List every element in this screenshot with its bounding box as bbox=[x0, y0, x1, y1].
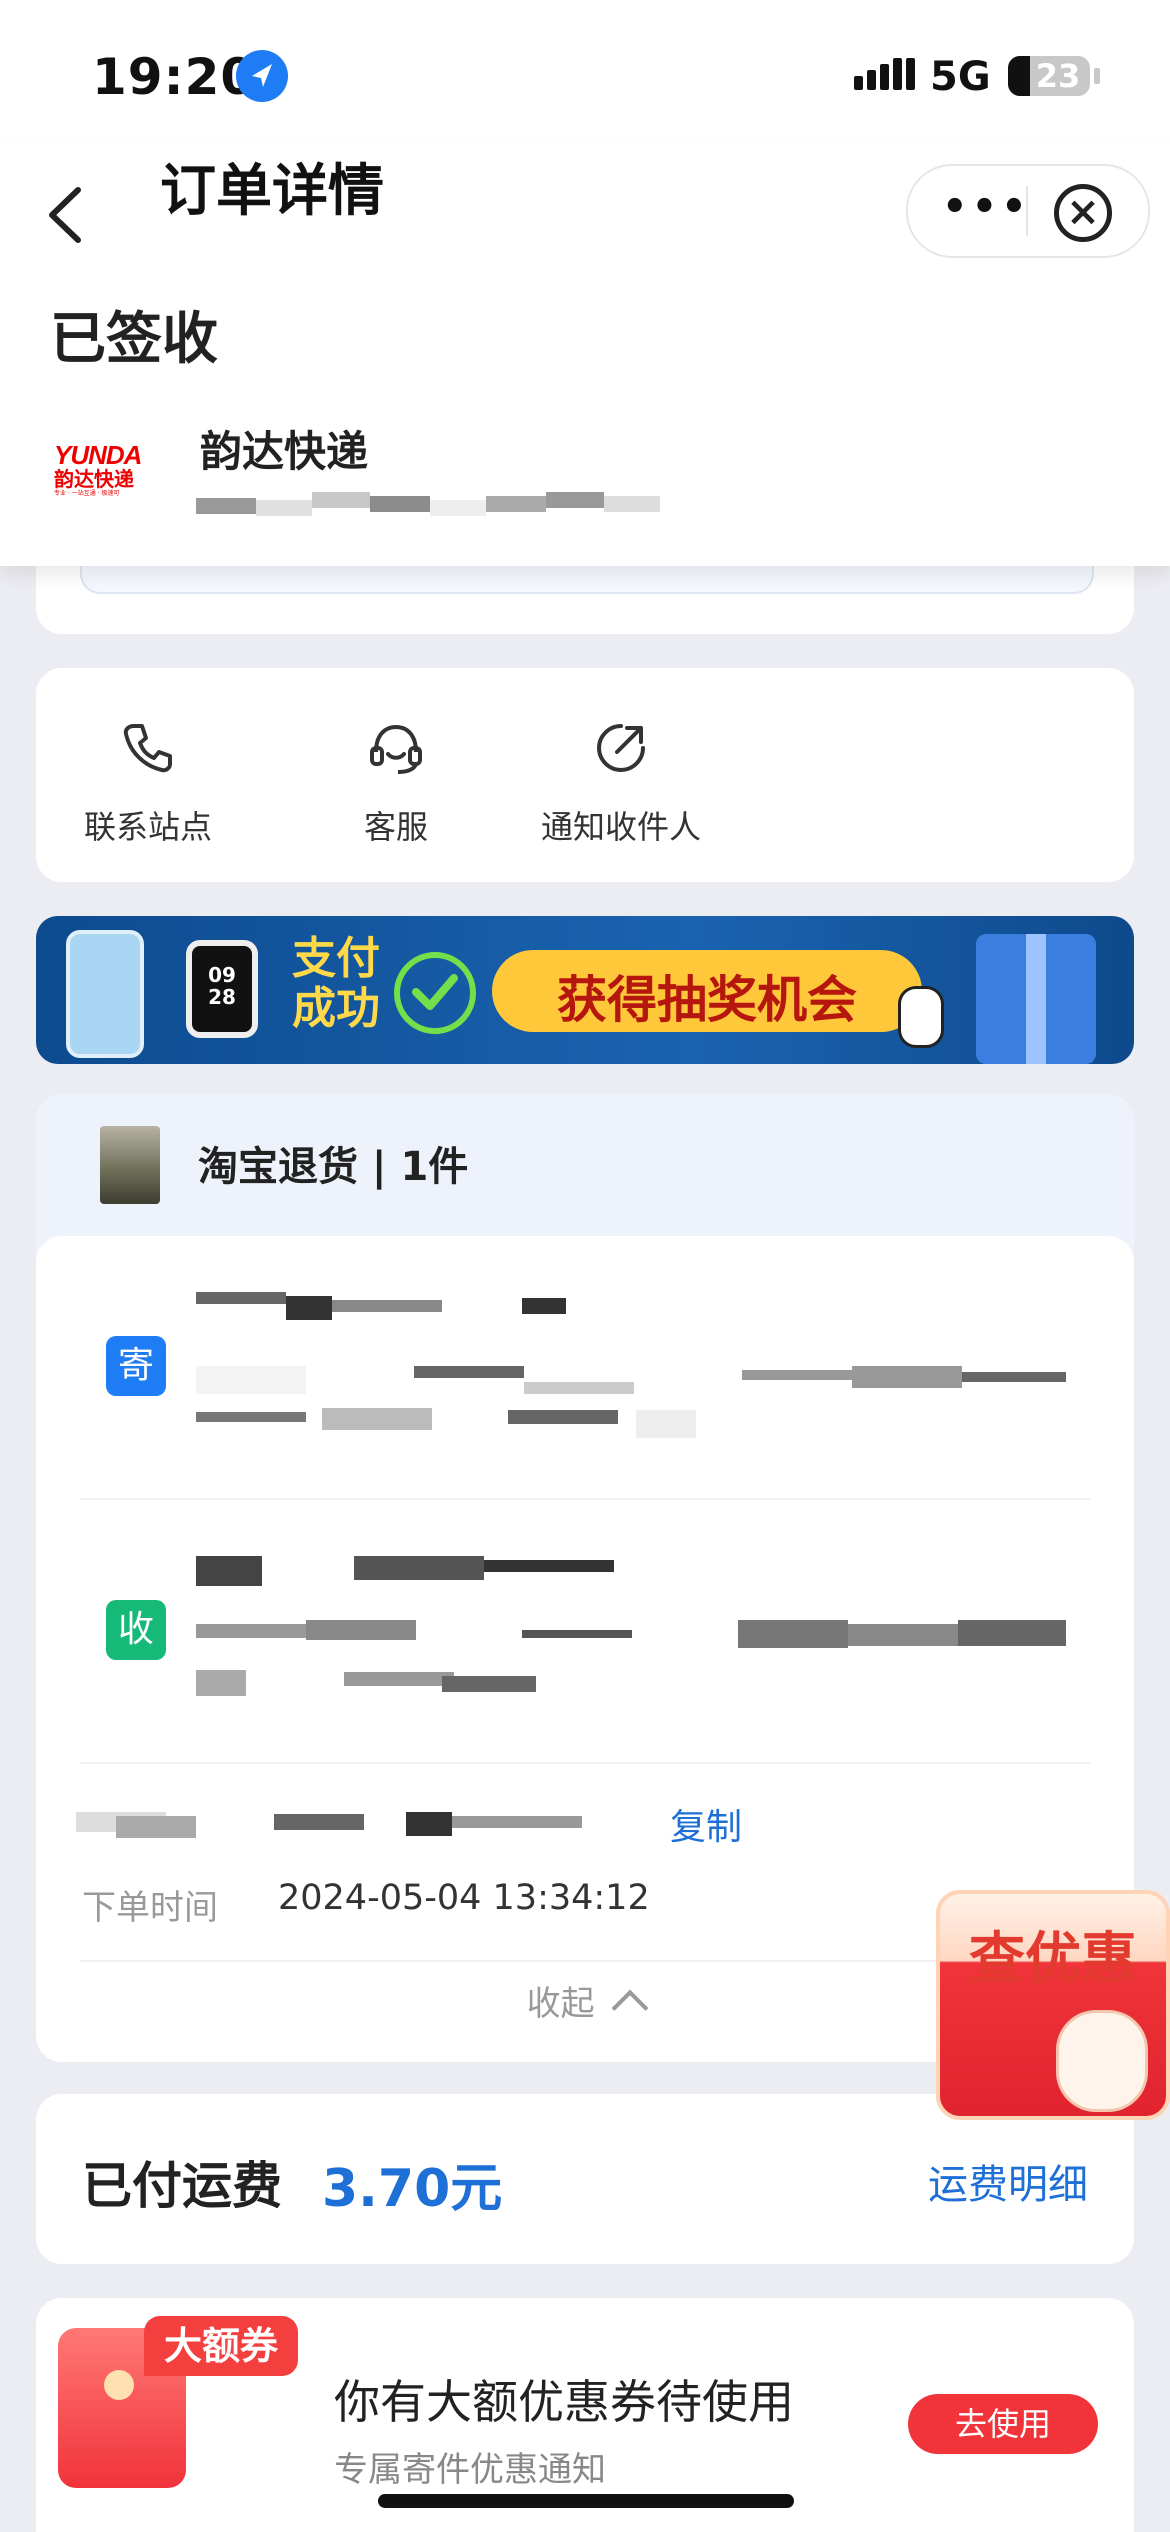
action-label: 客服 bbox=[363, 808, 428, 846]
order-time-label: 下单时间 bbox=[82, 1888, 218, 1928]
order-title: 淘宝退货 | 1件 bbox=[198, 1144, 469, 1190]
miniapp-capsule: ••• × bbox=[906, 164, 1150, 258]
lottery-banner[interactable]: 09 28 支付 成功 获得抽奖机会 bbox=[36, 916, 1134, 1064]
close-icon[interactable]: × bbox=[1054, 184, 1112, 242]
network-type: 5G bbox=[930, 54, 991, 100]
banner-cta-text: 获得抽奖机会 bbox=[557, 971, 857, 1029]
order-time-value: 2024-05-04 13:34:12 bbox=[278, 1878, 650, 1918]
receiver-tag: 收 bbox=[106, 1600, 166, 1660]
pointer-hand-icon bbox=[1056, 2010, 1148, 2112]
header: 订单详情 ••• × 已签收 YUNDA 韵达快递 专业 · 一站互通 · 极速… bbox=[0, 140, 1170, 566]
home-indicator bbox=[378, 2494, 794, 2508]
receiver-address-redacted bbox=[196, 1620, 1066, 1700]
status-bar: 19:20 5G 23 bbox=[0, 0, 1170, 140]
pointer-hand-icon bbox=[898, 986, 944, 1048]
phone-product-image bbox=[66, 930, 144, 1058]
sender-tag: 寄 bbox=[106, 1336, 166, 1396]
use-coupon-button[interactable]: 去使用 bbox=[908, 2394, 1098, 2454]
chevron-up-icon bbox=[612, 1989, 649, 2027]
copy-link[interactable]: 复制 bbox=[670, 1798, 742, 1850]
phone-icon bbox=[118, 718, 178, 778]
sender-address-redacted bbox=[196, 1360, 1066, 1440]
page-title: 订单详情 bbox=[160, 159, 384, 224]
coupon-badge: 大额券 bbox=[144, 2316, 299, 2376]
courier-name: 韵达快递 bbox=[200, 427, 369, 476]
share-icon bbox=[591, 718, 651, 778]
action-label: 通知收件人 bbox=[540, 808, 701, 846]
status-time: 19:20 bbox=[92, 48, 257, 106]
check-circle-icon bbox=[394, 952, 476, 1034]
sender-name-redacted bbox=[196, 1292, 566, 1332]
freight-detail-link[interactable]: 运费明细 bbox=[928, 2152, 1088, 2210]
coupon-subtitle: 专属寄件优惠通知 bbox=[334, 2450, 606, 2490]
courier-logo: YUNDA 韵达快递 专业 · 一站互通 · 极速可 bbox=[54, 440, 142, 497]
freight-label: 已付运费 bbox=[82, 2157, 282, 2215]
watch-product-image: 09 28 bbox=[186, 940, 258, 1038]
banner-pay-text: 支付 成功 bbox=[292, 933, 380, 1034]
action-label: 联系站点 bbox=[83, 808, 212, 846]
action-bar: 联系站点 客服 通知收件人 bbox=[36, 668, 1134, 882]
receiver-name-redacted bbox=[196, 1556, 616, 1596]
collapse-label: 收起 bbox=[526, 1984, 595, 2024]
more-icon[interactable]: ••• bbox=[942, 187, 1031, 227]
headset-icon bbox=[366, 718, 426, 778]
contact-station-button[interactable]: 联系站点 bbox=[78, 718, 218, 848]
avatar bbox=[100, 1126, 160, 1204]
customer-service-button[interactable]: 客服 bbox=[326, 718, 466, 848]
tracking-number-redacted bbox=[76, 1806, 630, 1846]
coupon-title: 你有大额优惠券待使用 bbox=[334, 2375, 794, 2429]
location-arrow-icon bbox=[236, 50, 288, 102]
freight-value: 3.70元 bbox=[322, 2159, 503, 2219]
battery-icon: 23 bbox=[1008, 56, 1100, 96]
battery-level: 23 bbox=[1035, 57, 1081, 95]
redacted-tracking bbox=[196, 498, 256, 514]
order-status: 已签收 bbox=[50, 307, 218, 372]
floating-promo-label: 查优惠 bbox=[969, 1927, 1137, 1992]
notify-recipient-button[interactable]: 通知收件人 bbox=[496, 718, 746, 848]
back-arrow-icon[interactable] bbox=[40, 180, 90, 250]
gift-box-icon bbox=[976, 934, 1096, 1064]
floating-promo-button[interactable]: 查优惠 bbox=[936, 1890, 1170, 2120]
